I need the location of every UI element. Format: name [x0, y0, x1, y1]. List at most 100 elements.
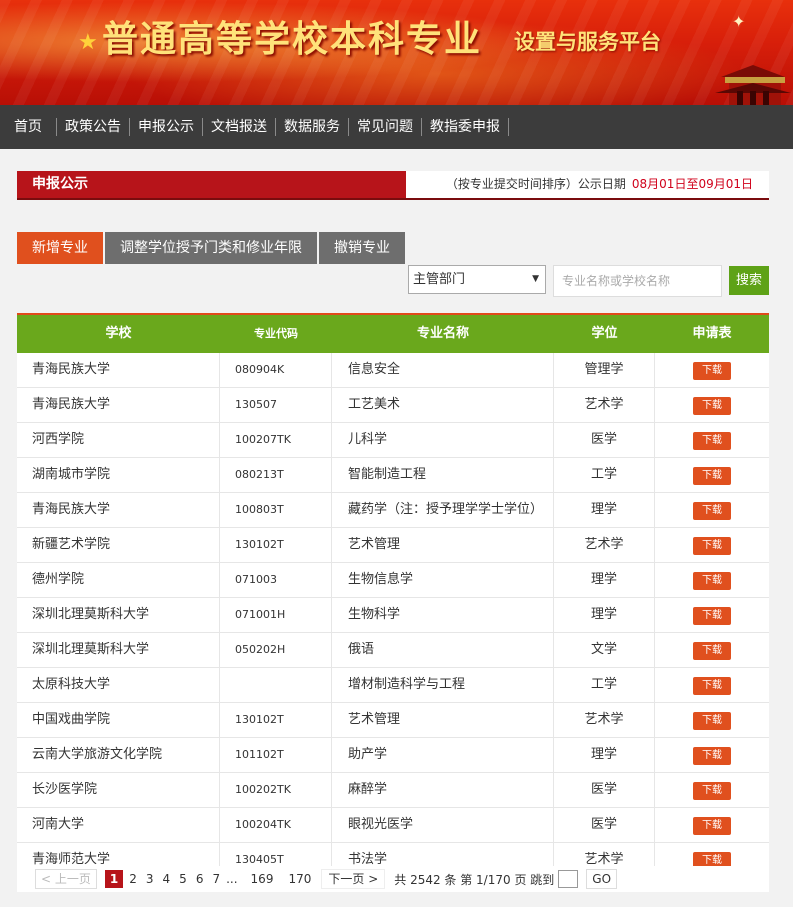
page-6[interactable]: 6	[193, 870, 207, 888]
download-button[interactable]: 下载	[693, 397, 731, 415]
results-table: 学校 专业代码 专业名称 学位 申请表 青海民族大学 080904K 信息安全 管理学…	[17, 313, 769, 878]
code-cell: 130102T	[220, 528, 332, 562]
download-button[interactable]: 下载	[693, 502, 731, 520]
school-cell: 湖南城市学院	[17, 458, 220, 492]
major-name-cell: 工艺美术	[332, 388, 554, 422]
page-170[interactable]: 170	[285, 870, 314, 888]
application-cell: 下载	[655, 388, 769, 422]
header-banner: ★ ✦ 普通高等学校本科专业 设置与服务平台	[0, 0, 793, 105]
tab-revoke-major[interactable]: 撤销专业	[319, 232, 405, 264]
degree-cell: 理学	[554, 493, 655, 527]
code-cell: 080904K	[220, 353, 332, 387]
degree-cell: 理学	[554, 563, 655, 597]
tiananmen-icon	[715, 65, 791, 105]
go-button[interactable]: GO	[586, 869, 618, 889]
nav-home[interactable]: 首页	[0, 105, 56, 149]
application-cell: 下载	[655, 773, 769, 807]
page-5[interactable]: 5	[176, 870, 190, 888]
degree-cell: 艺术学	[554, 703, 655, 737]
application-cell: 下载	[655, 528, 769, 562]
tab-bar: 新增专业 调整学位授予门类和修业年限 撤销专业	[17, 232, 407, 264]
main-nav: 首页 政策公告 申报公示 文档报送 数据服务 常见问题 教指委申报	[0, 105, 793, 149]
code-cell: 130102T	[220, 703, 332, 737]
major-name-cell: 俄语	[332, 633, 554, 667]
school-cell: 青海民族大学	[17, 388, 220, 422]
prev-page-button[interactable]: < 上一页	[35, 869, 97, 889]
application-cell: 下载	[655, 563, 769, 597]
application-cell: 下载	[655, 423, 769, 457]
application-cell: 下载	[655, 493, 769, 527]
table-row: 深圳北理莫斯科大学 050202H 俄语 文学 下载	[17, 633, 769, 668]
major-name-cell: 麻醉学	[332, 773, 554, 807]
major-name-cell: 智能制造工程	[332, 458, 554, 492]
school-cell: 深圳北理莫斯科大学	[17, 598, 220, 632]
page-1[interactable]: 1	[104, 870, 124, 888]
download-button[interactable]: 下载	[693, 642, 731, 660]
major-name-cell: 眼视光医学	[332, 808, 554, 842]
nav-documents[interactable]: 文档报送	[203, 105, 275, 149]
nav-data-service[interactable]: 数据服务	[276, 105, 348, 149]
code-cell	[220, 668, 332, 702]
download-button[interactable]: 下载	[693, 712, 731, 730]
table-row: 湖南城市学院 080213T 智能制造工程 工学 下载	[17, 458, 769, 493]
dove-icon: ✦	[732, 12, 746, 31]
application-cell: 下载	[655, 738, 769, 772]
star-icon: ★	[78, 30, 98, 55]
school-cell: 长沙医学院	[17, 773, 220, 807]
code-cell: 101102T	[220, 738, 332, 772]
download-button[interactable]: 下载	[693, 572, 731, 590]
nav-publicity[interactable]: 申报公示	[130, 105, 202, 149]
code-cell: 100803T	[220, 493, 332, 527]
publicity-date-info: （按专业提交时间排序）公示日期 08月01日至09月01日	[405, 171, 769, 198]
table-row: 青海民族大学 100803T 藏药学（注：授予理学学士学位） 理学 下载	[17, 493, 769, 528]
search-button[interactable]: 搜索	[729, 266, 769, 295]
code-cell: 071003	[220, 563, 332, 597]
page-7[interactable]: 7	[209, 870, 223, 888]
application-cell: 下载	[655, 808, 769, 842]
tab-adjust-degree[interactable]: 调整学位授予门类和修业年限	[105, 232, 317, 264]
pager-info: 共 2542 条 第 1/170 页 跳到	[394, 872, 555, 887]
table-row: 河南大学 100204TK 眼视光医学 医学 下载	[17, 808, 769, 843]
download-button[interactable]: 下载	[693, 817, 731, 835]
section-header: 申报公示 （按专业提交时间排序）公示日期 08月01日至09月01日	[17, 171, 769, 200]
download-button[interactable]: 下载	[693, 607, 731, 625]
degree-cell: 理学	[554, 738, 655, 772]
page-4[interactable]: 4	[160, 870, 174, 888]
page-2[interactable]: 2	[126, 870, 140, 888]
download-button[interactable]: 下载	[693, 677, 731, 695]
dept-select[interactable]: 主管部门 ▼	[408, 265, 546, 294]
download-button[interactable]: 下载	[693, 782, 731, 800]
application-cell: 下载	[655, 633, 769, 667]
degree-cell: 工学	[554, 668, 655, 702]
school-cell: 青海民族大学	[17, 353, 220, 387]
degree-cell: 医学	[554, 808, 655, 842]
search-input[interactable]: 专业名称或学校名称	[553, 265, 722, 297]
school-cell: 河西学院	[17, 423, 220, 457]
degree-cell: 医学	[554, 773, 655, 807]
header-school: 学校	[105, 326, 132, 341]
nav-committee[interactable]: 教指委申报	[422, 105, 508, 149]
jump-page-input[interactable]	[558, 870, 579, 888]
download-button[interactable]: 下载	[693, 537, 731, 555]
section-title: 申报公示	[32, 176, 88, 192]
site-title: 普通高等学校本科专业	[102, 19, 483, 60]
nav-faq[interactable]: 常见问题	[349, 105, 421, 149]
next-page-button[interactable]: 下一页 >	[321, 869, 386, 889]
download-button[interactable]: 下载	[693, 362, 731, 380]
download-button[interactable]: 下载	[693, 432, 731, 450]
page-169[interactable]: 169	[248, 870, 277, 888]
school-cell: 太原科技大学	[17, 668, 220, 702]
download-button[interactable]: 下载	[693, 467, 731, 485]
school-cell: 中国戏曲学院	[17, 703, 220, 737]
header-major-name: 专业名称	[416, 326, 469, 341]
nav-divider	[508, 118, 509, 136]
table-row: 长沙医学院 100202TK 麻醉学 医学 下载	[17, 773, 769, 808]
table-header: 学校 专业代码 专业名称 学位 申请表	[17, 313, 769, 353]
page-3[interactable]: 3	[143, 870, 157, 888]
table-row: 河西学院 100207TK 儿科学 医学 下载	[17, 423, 769, 458]
header-degree: 学位	[591, 326, 618, 341]
application-cell: 下载	[655, 703, 769, 737]
download-button[interactable]: 下载	[693, 747, 731, 765]
nav-policy[interactable]: 政策公告	[57, 105, 129, 149]
tab-new-major[interactable]: 新增专业	[17, 232, 103, 264]
